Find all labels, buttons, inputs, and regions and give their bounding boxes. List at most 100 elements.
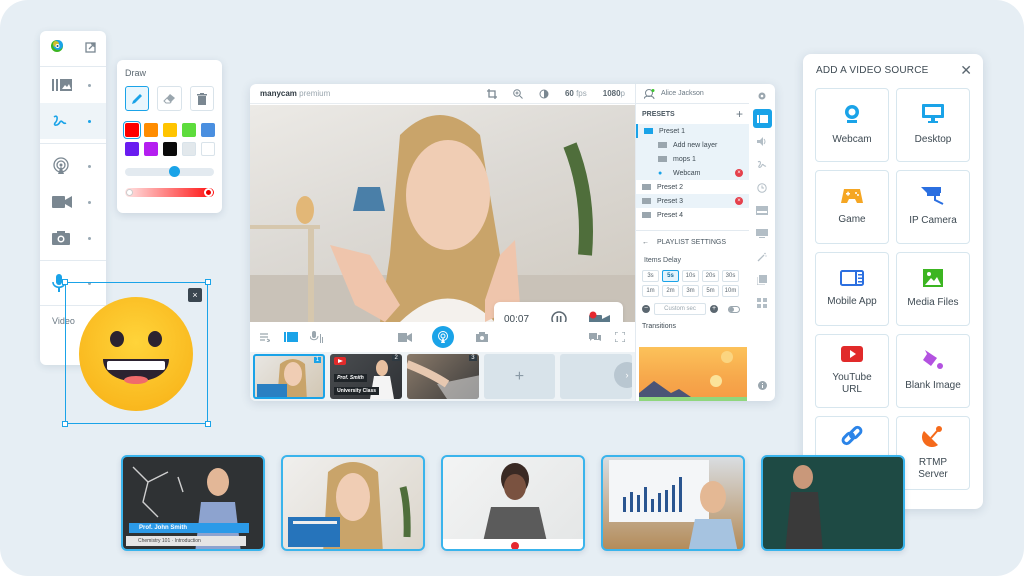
color-swatch[interactable] (125, 142, 139, 156)
delay-option[interactable]: 30s (722, 270, 739, 282)
decrease-icon[interactable]: − (642, 305, 650, 313)
delay-option[interactable]: 3s (642, 270, 659, 282)
preset-layer-item[interactable]: ● Webcam × (636, 166, 749, 180)
add-preset-button[interactable]: + (483, 354, 556, 399)
preset-layer-item[interactable]: mops 1 (636, 152, 749, 166)
source-ip-camera-button[interactable]: IP Camera (896, 170, 970, 244)
settings-gear-icon[interactable] (749, 84, 775, 107)
preset-item[interactable]: Preset 4 (636, 208, 749, 222)
scroll-right-button[interactable]: › (613, 362, 632, 388)
remove-icon[interactable]: × (735, 197, 743, 205)
sidebar-item-draw[interactable] (40, 103, 106, 139)
opacity-min-handle[interactable] (126, 189, 133, 196)
effects-wand-icon[interactable] (749, 245, 775, 268)
audio-tab-icon[interactable] (749, 130, 775, 153)
resize-handle-bottom-right[interactable] (205, 421, 211, 427)
opacity-slider[interactable] (125, 188, 214, 197)
color-swatch[interactable] (182, 142, 196, 156)
zoom-in-icon[interactable] (513, 88, 523, 99)
audio-mixer-icon[interactable] (310, 331, 324, 343)
lower-thirds-tab-icon[interactable] (749, 199, 775, 222)
gallery-thumbnail-presenter[interactable] (281, 455, 425, 551)
clear-drawing-button[interactable] (189, 86, 214, 111)
source-desktop-button[interactable]: Desktop (896, 88, 970, 162)
eraser-tool-button[interactable] (157, 86, 182, 111)
delay-option[interactable]: 1m (642, 285, 659, 297)
source-game-button[interactable]: Game (815, 170, 889, 244)
color-swatch[interactable] (123, 121, 141, 139)
delay-option[interactable]: 20s (702, 270, 719, 282)
overlay-close-button[interactable]: × (188, 288, 202, 302)
sidebar-item-snapshot[interactable] (40, 220, 106, 256)
delay-option[interactable]: 5m (702, 285, 719, 297)
clock-tab-icon[interactable] (749, 176, 775, 199)
gallery-thumbnail-chemistry[interactable]: Prof. John Smith Chemistry 101 · Introdu… (121, 455, 265, 551)
source-media-files-button[interactable]: Media Files (896, 252, 970, 326)
preset-item[interactable]: Preset 1 (636, 124, 749, 138)
pencil-tool-button[interactable] (125, 86, 150, 111)
preset-layer-item[interactable]: Add new layer (636, 138, 749, 152)
increase-icon[interactable]: + (710, 305, 718, 313)
resize-handle-top-right[interactable] (205, 279, 211, 285)
close-icon[interactable]: ✕ (960, 62, 972, 79)
crop-icon[interactable] (486, 88, 497, 99)
brush-size-slider-knob[interactable] (168, 166, 180, 177)
source-youtube-url-button[interactable]: YouTube URL (815, 334, 889, 408)
brush-size-slider[interactable] (125, 166, 214, 177)
popout-icon[interactable] (85, 40, 96, 58)
color-swatch[interactable] (163, 142, 177, 156)
preset-item[interactable]: Preset 3 × (636, 194, 749, 208)
delay-option[interactable]: 3m (682, 285, 699, 297)
manycam-logo-icon[interactable] (50, 39, 64, 58)
preset-thumbnail-1[interactable]: 1 (253, 354, 326, 399)
brightness-icon[interactable] (539, 89, 549, 99)
sidebar-item-presets[interactable] (40, 67, 106, 103)
custom-seconds-input[interactable]: Custom sec (654, 303, 706, 315)
color-swatch[interactable] (163, 123, 177, 137)
back-arrow-icon[interactable]: ← (642, 239, 649, 246)
gallery-thumbnail-video-call[interactable] (441, 455, 585, 551)
remove-icon[interactable]: × (735, 169, 743, 177)
pause-icon[interactable] (551, 311, 567, 322)
color-swatch[interactable] (201, 142, 215, 156)
delay-option[interactable]: 2m (662, 285, 679, 297)
video-source-icon[interactable] (398, 332, 412, 342)
opacity-max-handle[interactable] (204, 188, 213, 197)
chat-icon[interactable] (589, 332, 601, 342)
gallery-thumbnail-teacher[interactable] (761, 455, 905, 551)
draw-tab-icon[interactable] (749, 153, 775, 176)
source-webcam-button[interactable]: Webcam (815, 88, 889, 162)
resize-handle-bottom-left[interactable] (62, 421, 68, 427)
add-preset-icon[interactable]: + (736, 107, 743, 121)
presets-tab-icon[interactable] (749, 107, 775, 130)
fullscreen-icon[interactable] (615, 332, 625, 342)
resolution-readout[interactable]: 1080p (603, 89, 625, 98)
empty-preset-slot[interactable]: › (560, 354, 632, 399)
color-swatch[interactable] (144, 142, 158, 156)
fps-readout[interactable]: 60 fps (565, 89, 587, 98)
source-rtmp-server-button[interactable]: RTMP Server (896, 416, 970, 490)
color-swatch[interactable] (144, 123, 158, 137)
sidebar-item-broadcast[interactable] (40, 148, 106, 184)
gallery-thumbnail-classroom-chart[interactable] (601, 455, 745, 551)
delay-option[interactable]: 10m (722, 285, 739, 297)
overlay-selection-box[interactable] (62, 279, 211, 427)
transition-preview[interactable] (639, 347, 747, 401)
record-video-icon[interactable] (589, 311, 611, 322)
color-swatch[interactable] (201, 123, 215, 137)
user-account[interactable]: Alice Jackson (636, 84, 749, 104)
presets-toggle-icon[interactable] (284, 332, 298, 342)
media-layers-icon[interactable] (749, 268, 775, 291)
widgets-icon[interactable] (749, 291, 775, 314)
resize-handle-top-left[interactable] (62, 279, 68, 285)
sidebar-item-video[interactable] (40, 184, 106, 220)
broadcast-button[interactable] (432, 326, 454, 348)
playlist-icon[interactable] (260, 332, 270, 342)
delay-option[interactable]: 10s (682, 270, 699, 282)
info-icon[interactable] (749, 374, 775, 397)
playlist-settings-header[interactable]: ← PLAYLIST SETTINGS (636, 231, 749, 253)
screen-tab-icon[interactable] (749, 222, 775, 245)
color-swatch[interactable] (182, 123, 196, 137)
preset-thumbnail-2[interactable]: 2 Prof. Smith University Class (330, 354, 402, 399)
source-blank-image-button[interactable]: Blank Image (896, 334, 970, 408)
